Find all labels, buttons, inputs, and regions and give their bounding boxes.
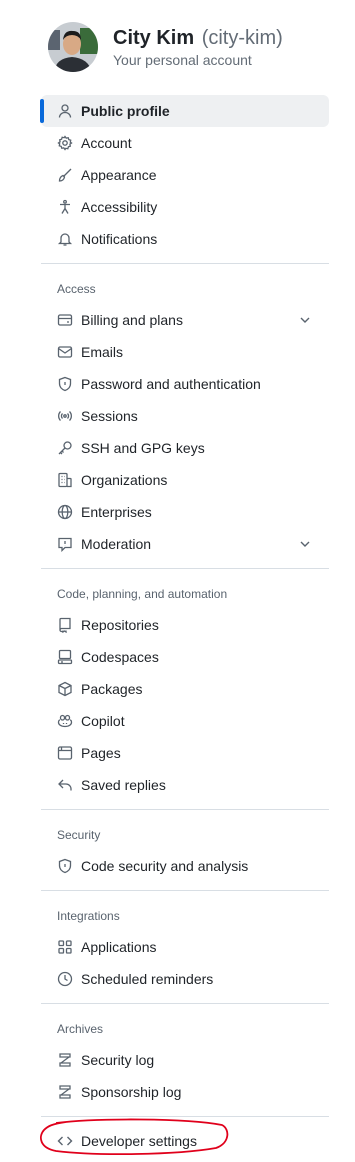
nav-item-label: Pages (81, 745, 121, 761)
nav-item-enterprises[interactable]: Enterprises (41, 496, 329, 528)
nav-item-code-security-analysis[interactable]: Code security and analysis (41, 850, 329, 882)
nav-item-sponsorship-log[interactable]: Sponsorship log (41, 1076, 329, 1108)
account-name-line: City Kim (city-kim) (113, 26, 283, 50)
chevron-down-icon[interactable] (297, 312, 313, 328)
nav-item-sessions[interactable]: Sessions (41, 400, 329, 432)
nav-item-scheduled-reminders[interactable]: Scheduled reminders (41, 963, 329, 995)
divider (41, 568, 329, 569)
account-display-name: City Kim (113, 27, 195, 49)
divider (41, 809, 329, 810)
divider (41, 1003, 329, 1004)
globe-icon (57, 504, 73, 520)
key-icon (57, 440, 73, 456)
gear-icon (57, 135, 73, 151)
nav-item-label: Packages (81, 681, 143, 697)
nav-item-copilot[interactable]: Copilot (41, 705, 329, 737)
nav-item-label: Copilot (81, 713, 125, 729)
nav-item-password-authentication[interactable]: Password and authentication (41, 368, 329, 400)
divider (41, 890, 329, 891)
mail-icon (57, 344, 73, 360)
group-title-archives: Archives (57, 1022, 104, 1036)
repo-icon (57, 617, 73, 633)
nav-item-emails[interactable]: Emails (41, 336, 329, 368)
copilot-icon (57, 713, 73, 729)
nav-item-label: Accessibility (81, 199, 158, 215)
nav-item-notifications[interactable]: Notifications (41, 223, 329, 255)
package-icon (57, 681, 73, 697)
nav-item-label: Developer settings (81, 1133, 197, 1149)
nav-item-label: Applications (81, 939, 157, 955)
organization-icon (57, 472, 73, 488)
accessibility-icon (57, 199, 73, 215)
nav-item-label: Billing and plans (81, 312, 183, 328)
nav-item-organizations[interactable]: Organizations (41, 464, 329, 496)
nav-item-label: Enterprises (81, 504, 152, 520)
nav-item-label: Moderation (81, 536, 152, 552)
codespaces-icon (57, 649, 73, 665)
divider (41, 1116, 329, 1117)
bell-icon (57, 231, 73, 247)
log-icon (57, 1052, 73, 1068)
shield-lock-icon (57, 858, 73, 874)
account-header: City Kim (city-kim) Your personal accoun… (48, 22, 283, 72)
nav-item-packages[interactable]: Packages (41, 673, 329, 705)
nav-item-label: Security log (81, 1052, 155, 1068)
account-subtitle: Your personal account (113, 52, 252, 68)
nav-item-label: Account (81, 135, 132, 151)
nav-item-codespaces[interactable]: Codespaces (41, 641, 329, 673)
group-title-integrations: Integrations (57, 909, 120, 923)
nav-item-security-log[interactable]: Security log (41, 1044, 329, 1076)
nav-item-moderation[interactable]: Moderation (41, 528, 329, 560)
broadcast-icon (57, 408, 73, 424)
nav-item-label: Code security and analysis (81, 858, 249, 874)
code-icon (57, 1133, 73, 1149)
settings-sidebar: Public profile Account Appearance Access… (40, 95, 329, 1157)
account-login: (city-kim) (201, 27, 283, 49)
paintbrush-icon (57, 167, 73, 183)
nav-item-public-profile[interactable]: Public profile (40, 95, 329, 127)
nav-item-repositories[interactable]: Repositories (41, 609, 329, 641)
nav-item-label: Notifications (81, 231, 158, 247)
nav-item-billing[interactable]: Billing and plans (41, 304, 329, 336)
nav-item-accessibility[interactable]: Accessibility (41, 191, 329, 223)
nav-item-appearance[interactable]: Appearance (41, 159, 329, 191)
nav-item-label: Public profile (81, 103, 170, 119)
nav-item-developer-settings[interactable]: Developer settings (41, 1125, 329, 1157)
nav-item-saved-replies[interactable]: Saved replies (41, 769, 329, 801)
person-icon (57, 103, 73, 119)
nav-item-label: Sponsorship log (81, 1084, 182, 1100)
nav-item-label: Emails (81, 344, 124, 360)
nav-item-label: Repositories (81, 617, 159, 633)
nav-item-label: Codespaces (81, 649, 159, 665)
nav-item-ssh-gpg-keys[interactable]: SSH and GPG keys (41, 432, 329, 464)
nav-item-label: Password and authentication (81, 376, 261, 392)
apps-icon (57, 939, 73, 955)
chevron-down-icon[interactable] (297, 536, 313, 552)
browser-icon (57, 745, 73, 761)
nav-item-label: SSH and GPG keys (81, 440, 205, 456)
group-title-code-planning: Code, planning, and automation (57, 587, 228, 601)
nav-item-label: Sessions (81, 408, 138, 424)
clock-icon (57, 971, 73, 987)
group-title-security: Security (57, 828, 101, 842)
nav-item-label: Organizations (81, 472, 168, 488)
nav-item-label: Scheduled reminders (81, 971, 214, 987)
nav-item-label: Appearance (81, 167, 157, 183)
divider (41, 263, 329, 264)
nav-item-applications[interactable]: Applications (41, 931, 329, 963)
avatar[interactable] (48, 22, 98, 72)
credit-card-icon (57, 312, 73, 328)
shield-lock-icon (57, 376, 73, 392)
reply-icon (57, 777, 73, 793)
nav-item-pages[interactable]: Pages (41, 737, 329, 769)
nav-item-account[interactable]: Account (41, 127, 329, 159)
log-icon (57, 1084, 73, 1100)
group-title-access: Access (57, 282, 96, 296)
report-icon (57, 536, 73, 552)
nav-item-label: Saved replies (81, 777, 166, 793)
